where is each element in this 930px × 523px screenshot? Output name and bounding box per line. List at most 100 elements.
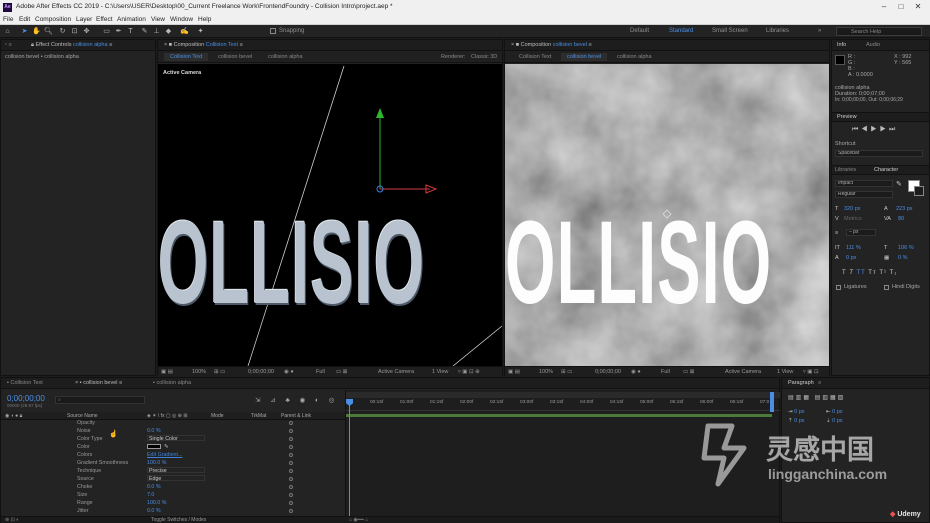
prop-row-jitter[interactable]: Jitter 0.0 % (1, 507, 345, 515)
viewer-controls-icon[interactable]: ▣ ▤ (508, 369, 520, 375)
minimize-icon[interactable]: – (878, 2, 890, 13)
paragraph-align-buttons[interactable]: ▤▥▦ ▤▥▦▧ (788, 394, 845, 401)
camera-tool-icon[interactable]: ⊡ (70, 27, 79, 36)
pick-whip-icon[interactable] (289, 509, 293, 513)
subtab-collision-text[interactable]: Collision Text (519, 54, 551, 60)
quality-dropdown[interactable]: Full (661, 369, 670, 375)
leading-value[interactable]: 223 px (896, 206, 913, 212)
prop-value[interactable]: 100.0 % (147, 460, 166, 466)
rotate-tool-icon[interactable]: ↻ (58, 27, 67, 36)
stroke-color-swatch[interactable] (914, 186, 924, 196)
prop-row-source[interactable]: Source Edge (1, 475, 345, 483)
tracking-value[interactable]: 80 (898, 216, 904, 222)
view-layout-dropdown[interactable]: 1 View (432, 369, 448, 375)
edit-gradient-link[interactable]: Edit Gradient... (147, 452, 182, 458)
region-icon[interactable]: ▭ ⊠ (336, 369, 347, 375)
workspace-standard[interactable]: Standard (669, 28, 693, 34)
prop-row-size[interactable]: Size 7.0 (1, 491, 345, 499)
indent-left-row[interactable]: ⇥ 0 px (788, 409, 805, 415)
menu-icon[interactable]: ≡ (818, 380, 821, 386)
pick-whip-icon[interactable] (289, 485, 293, 489)
pan-behind-icon[interactable]: ✥ (82, 27, 91, 36)
font-size-value[interactable]: 320 px (844, 206, 861, 212)
prop-row-choke[interactable]: Choke 0.0 % (1, 483, 345, 491)
viewer-options-icon[interactable]: ▿ ▣ ⊡ ⊕ (458, 369, 480, 375)
close-icon[interactable]: ✕ (912, 2, 924, 13)
prop-row-noise[interactable]: Noise 0.0 % (1, 427, 345, 435)
prop-value[interactable]: 0.0 % (147, 484, 161, 490)
subtab-collision-bevel[interactable]: collision bevel (218, 54, 252, 60)
timeline-tab-collision-bevel[interactable]: × ▪ collision bevel ≡ (75, 380, 122, 386)
subtab-collision-text[interactable]: Collision Text (164, 53, 209, 61)
pick-whip-icon[interactable] (289, 493, 293, 497)
prop-row-range[interactable]: Range 100.0 % (1, 499, 345, 507)
space-after-row[interactable]: ⇣ 0 px (826, 418, 843, 424)
paragraph-tab[interactable]: Paragraph (788, 380, 814, 386)
project-tab-icon[interactable]: ▫ ≡ (5, 42, 12, 48)
pick-whip-icon[interactable] (289, 421, 293, 425)
faux-bold-button[interactable]: T (842, 270, 847, 276)
playhead[interactable] (349, 399, 350, 516)
region-icon[interactable]: ▭ ⊠ (683, 369, 694, 375)
renderer-value[interactable]: Classic 3D (471, 54, 497, 60)
pick-whip-icon[interactable] (289, 445, 293, 449)
prop-row-color[interactable]: Color ✎ (1, 443, 345, 451)
pick-whip-icon[interactable] (289, 501, 293, 505)
prop-value-dropdown[interactable]: Edge (147, 475, 205, 482)
vertical-scale-value[interactable]: 111 % (846, 245, 861, 251)
home-icon[interactable]: ⌂ (3, 27, 12, 36)
clone-stamp-icon[interactable]: ⊥ (152, 27, 161, 36)
brush-tool-icon[interactable]: ✎ (140, 27, 149, 36)
camera-dropdown[interactable]: Active Camera (378, 369, 414, 375)
timeline-timecode[interactable]: 0;00;00;00 (7, 394, 45, 403)
puppet-tool-icon[interactable]: ✦ (196, 27, 205, 36)
current-timecode[interactable]: 0;00;00;00 (595, 369, 621, 375)
zoom-slider[interactable]: ⌂ ◉━━ ⌂ (349, 517, 368, 523)
pick-whip-icon[interactable] (289, 461, 293, 465)
shortcut-dropdown[interactable]: Spacebar (835, 150, 923, 157)
pick-whip-icon[interactable] (289, 437, 293, 441)
pick-whip-icon[interactable] (289, 477, 293, 481)
viewer-controls-icon[interactable]: ▣ ▤ (161, 369, 173, 375)
rectangle-tool-icon[interactable]: ▭ (102, 27, 111, 36)
search-help-input[interactable]: Search Help (836, 27, 922, 36)
grid-icon[interactable]: ⊞ ▭ (214, 369, 225, 375)
viewer-options-icon[interactable]: ▿ ▣ ⊡ (803, 369, 819, 375)
ligatures-checkbox[interactable] (836, 285, 841, 290)
tsume-value[interactable]: 0 % (898, 255, 907, 261)
layer-duration-bar[interactable] (346, 414, 772, 417)
stroke-width-field[interactable]: – px (846, 229, 876, 236)
indent-left-value[interactable]: 0 px (794, 409, 804, 415)
menu-file[interactable]: File (3, 16, 13, 23)
workspace-small-screen[interactable]: Small Screen (712, 28, 748, 34)
kerning-value[interactable]: Metrics (844, 216, 862, 222)
timeline-switch-icons[interactable]: ⇲ ⊿ ♣ ◉ ◐ ◎ (255, 396, 338, 404)
menu-edit[interactable]: Edit (19, 16, 30, 23)
work-area-end-handle[interactable] (770, 392, 774, 412)
snapshot-icon[interactable]: ◉ ● (284, 369, 294, 375)
menu-help[interactable]: Help (198, 16, 211, 23)
prop-row-opacity[interactable]: Opacity (1, 419, 345, 427)
menu-composition[interactable]: Composition (35, 16, 71, 23)
eraser-tool-icon[interactable]: ◆ (164, 27, 173, 36)
indent-right-value[interactable]: 0 px (832, 409, 842, 415)
character-tab[interactable]: Character (874, 167, 898, 173)
timeline-tab-collision-alpha[interactable]: ▪ collision alpha (153, 380, 191, 386)
selection-tool-icon[interactable]: ➤ (20, 27, 29, 36)
workspace-libraries[interactable]: Libraries (766, 28, 789, 34)
composition-left-viewer[interactable]: Active Camera OLLISIO (158, 64, 502, 366)
all-caps-button[interactable]: TT (856, 270, 865, 276)
zoom-dropdown[interactable]: 100% (539, 369, 553, 375)
preview-tab[interactable]: Preview (837, 114, 857, 120)
type-tool-icon[interactable]: T (126, 27, 135, 36)
camera-dropdown[interactable]: Active Camera (725, 369, 761, 375)
pick-whip-icon[interactable] (289, 469, 293, 473)
maximize-icon[interactable]: □ (895, 2, 907, 13)
baseline-shift-value[interactable]: 0 px (846, 255, 856, 261)
menu-window[interactable]: Window (170, 16, 193, 23)
prop-row-technique[interactable]: Technique Precise (1, 467, 345, 475)
info-tab[interactable]: Info (837, 42, 846, 48)
small-caps-button[interactable]: Tт (868, 270, 876, 276)
pick-whip-icon[interactable] (289, 453, 293, 457)
subtab-collision-alpha[interactable]: collision alpha (617, 54, 652, 60)
